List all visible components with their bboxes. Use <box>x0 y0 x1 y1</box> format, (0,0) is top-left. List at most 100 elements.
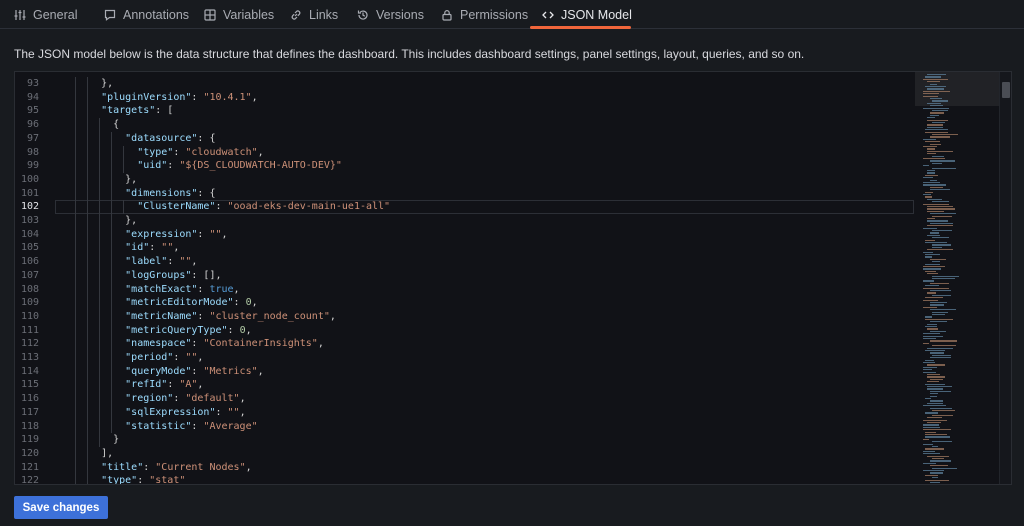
tab-versions[interactable]: Versions <box>357 0 424 29</box>
minimap-line <box>927 198 942 201</box>
tab-permissions[interactable]: Permissions <box>441 0 528 29</box>
minimap-line <box>923 266 946 268</box>
code-token: true <box>209 283 234 295</box>
minimap-line <box>925 359 934 361</box>
code-token: : <box>197 228 210 240</box>
editor-scrollbar[interactable] <box>999 72 1011 484</box>
code-token: , <box>173 242 180 254</box>
minimap-line <box>931 446 939 448</box>
indent-guide <box>87 77 89 484</box>
minimap-line <box>923 369 933 371</box>
code-token: : <box>197 283 210 295</box>
code-token: "refId" <box>125 379 168 391</box>
minimap-line <box>923 280 934 282</box>
tab-links[interactable]: Links <box>290 0 338 29</box>
code-token: "${DS_CLOUDWATCH-AUTO-DEV}" <box>179 160 342 172</box>
json-code-editor[interactable]: 93 94 95 96 97 98 99 100 101 102 103 104 105 106 107 10… <box>14 71 1012 485</box>
minimap-line <box>927 455 949 457</box>
tab-general[interactable]: General <box>14 0 77 29</box>
line-number: 105 <box>20 242 39 254</box>
minimap-line <box>927 234 941 237</box>
minimap-line <box>923 78 949 81</box>
code-token: : <box>191 91 204 103</box>
minimap-line <box>923 462 937 465</box>
minimap-line <box>923 177 933 179</box>
line-number: 113 <box>20 352 39 363</box>
minimap-line <box>925 383 945 385</box>
code-token: : <box>167 379 180 391</box>
save-changes-button[interactable]: Save changes <box>14 496 108 519</box>
code-token: : <box>227 324 240 336</box>
minimap-line <box>931 237 950 239</box>
tab-annotations[interactable]: Annotations <box>104 0 189 29</box>
minimap-line <box>931 244 951 246</box>
code-token: "10.4.1" <box>203 91 252 103</box>
code-line: "pluginVersion": "10.4.1", <box>101 91 258 105</box>
code-token: "metricEditorMode" <box>125 297 234 309</box>
minimap-line <box>923 203 949 205</box>
minimap-line <box>927 74 946 76</box>
code-line: "logGroups": [], <box>125 269 221 283</box>
code-token: } <box>113 434 120 446</box>
code-token: "pluginVersion" <box>101 91 192 103</box>
minimap-line <box>925 256 932 258</box>
minimap-line <box>929 189 950 191</box>
minimap-line <box>927 117 936 119</box>
minimap-line <box>925 326 937 328</box>
minimap-line <box>927 206 954 208</box>
indent-guide <box>123 145 125 173</box>
code-token: "expression" <box>125 228 198 240</box>
minimap-line <box>931 314 946 316</box>
code-line: } <box>113 433 119 447</box>
minimap-line <box>923 333 940 335</box>
minimap-line <box>923 138 937 141</box>
minimap-line <box>931 100 948 102</box>
minimap-line <box>923 429 951 431</box>
code-area[interactable]: }, "pluginVersion": "10.4.1", "targets": [… <box>55 72 915 484</box>
minimap-line <box>927 153 937 155</box>
json-model-description: The JSON model below is the data structu… <box>14 47 805 61</box>
code-token: : <box>173 393 186 405</box>
code-token: , <box>245 461 252 473</box>
minimap-line <box>925 129 948 131</box>
code-token: "sqlExpression" <box>125 406 216 418</box>
minimap-line <box>925 76 941 78</box>
code-line: "id": "", <box>125 241 179 255</box>
minimap-line <box>923 90 950 93</box>
tab-json-model[interactable]: JSON Model <box>542 0 632 29</box>
tab-label: Links <box>309 7 339 22</box>
minimap-line <box>925 86 946 88</box>
minimap-line <box>931 294 952 297</box>
code-token: "" <box>179 256 192 268</box>
line-number: 111 <box>20 324 39 336</box>
minimap-line <box>927 102 941 105</box>
tab-variables[interactable]: Variables <box>204 0 274 29</box>
code-token: "statistic" <box>125 420 192 432</box>
line-number: 106 <box>20 256 39 268</box>
minimap-line <box>929 393 938 395</box>
minimap-line <box>929 352 944 354</box>
code-token: : { <box>197 132 216 144</box>
scrollbar-thumb[interactable] <box>1002 82 1010 98</box>
code-token: "title" <box>101 461 144 473</box>
code-token: , <box>197 379 204 391</box>
code-line: ], <box>101 447 113 461</box>
code-token: , <box>197 352 204 363</box>
line-number: 121 <box>20 461 39 473</box>
code-token: "ooad-eks-dev-main-ue1-all" <box>227 201 391 213</box>
code-token: : <box>215 201 228 213</box>
minimap-line <box>927 210 945 213</box>
minimap-line <box>931 275 959 277</box>
minimap-line <box>925 434 948 436</box>
code-token: , <box>233 283 240 295</box>
minimap-line <box>929 465 949 467</box>
line-number: 104 <box>20 228 39 240</box>
line-number: 95 <box>26 105 39 117</box>
minimap-line <box>929 340 957 342</box>
code-token: "Metrics" <box>203 365 258 377</box>
line-number: 116 <box>20 393 39 405</box>
minimap-line <box>929 98 942 100</box>
line-number: 115 <box>20 379 39 391</box>
minimap-line <box>925 242 948 244</box>
code-minimap[interactable] <box>915 72 1001 484</box>
